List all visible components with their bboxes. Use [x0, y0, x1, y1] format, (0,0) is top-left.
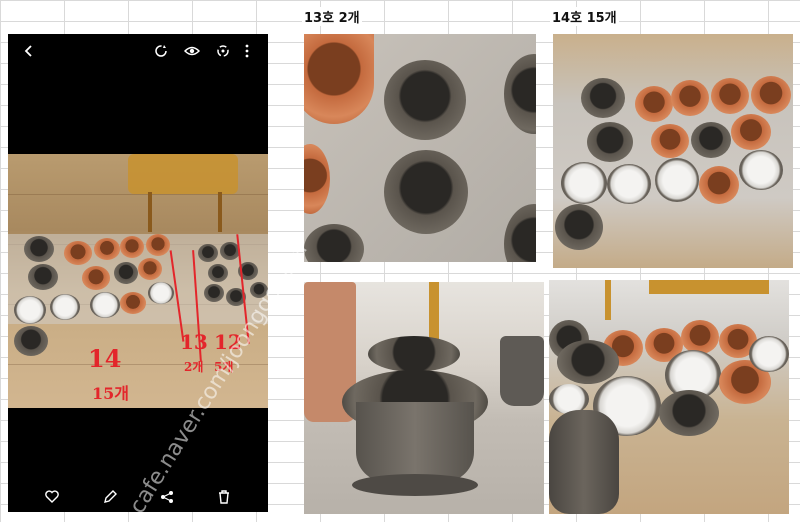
pot	[751, 76, 791, 114]
pot	[208, 264, 228, 282]
pot-with-paper	[50, 294, 80, 320]
pot	[82, 266, 110, 290]
chair-seat	[128, 154, 238, 194]
pot	[635, 86, 673, 122]
pot	[681, 320, 719, 354]
sync-icon[interactable]	[216, 44, 230, 58]
eye-icon[interactable]	[184, 44, 200, 58]
photo-14ho-bottom	[549, 280, 789, 514]
annotation-2: 2개	[184, 360, 204, 374]
pot	[557, 340, 619, 384]
annotation-13: 13	[180, 330, 208, 354]
pot	[549, 410, 619, 514]
caption-14ho: 14호 15개	[550, 7, 619, 26]
photo-14ho-top	[553, 34, 793, 268]
pot	[114, 262, 138, 284]
heart-icon[interactable]	[45, 490, 59, 503]
pot-body	[356, 402, 474, 482]
pot	[731, 114, 771, 150]
chair-leg	[148, 192, 152, 232]
pot	[368, 336, 460, 372]
pot	[659, 390, 719, 436]
pot-with-paper	[739, 150, 783, 190]
pot	[120, 292, 146, 314]
pot	[304, 144, 330, 214]
pot	[28, 264, 58, 290]
pot	[699, 166, 739, 204]
pot	[384, 60, 466, 140]
pot-with-paper	[14, 296, 46, 324]
pot-saucer	[352, 474, 478, 496]
pot	[384, 150, 468, 234]
pot	[146, 234, 170, 256]
pot	[138, 258, 162, 280]
pot	[587, 122, 633, 162]
pot	[304, 34, 374, 124]
pot-with-paper	[561, 162, 607, 204]
chair-leg	[429, 282, 439, 342]
chair-leg	[218, 192, 222, 232]
pot	[671, 80, 709, 116]
caption-13ho: 13호 2개	[302, 7, 362, 26]
pot	[120, 236, 144, 258]
pot	[304, 224, 364, 262]
pot	[555, 204, 603, 250]
pot-with-paper	[148, 282, 174, 304]
pot	[14, 326, 48, 356]
edit-icon[interactable]	[103, 490, 117, 504]
chair-leg	[605, 280, 611, 320]
photo-13ho-bottom	[304, 282, 544, 514]
pot-with-paper	[749, 336, 789, 372]
pot	[500, 336, 544, 406]
pot	[94, 238, 120, 260]
pot-with-paper	[90, 292, 120, 318]
rotate-icon[interactable]	[154, 44, 168, 58]
pot	[24, 236, 54, 262]
pot	[504, 54, 536, 134]
phone-screenshot: 14 15개 13 12 2개 5개	[8, 34, 268, 512]
pot	[198, 244, 218, 262]
chair-seat	[649, 280, 769, 294]
pot-with-paper	[655, 158, 699, 202]
phone-top-bar	[8, 34, 268, 68]
pot	[651, 124, 689, 158]
back-icon[interactable]	[22, 44, 36, 58]
pot	[581, 78, 625, 118]
pot	[64, 241, 92, 265]
pot	[504, 204, 536, 262]
pot	[204, 284, 224, 302]
annotation-15: 15개	[92, 384, 129, 403]
trash-icon[interactable]	[218, 490, 230, 504]
pot	[691, 122, 731, 158]
pot-with-paper	[607, 164, 651, 204]
annotation-14: 14	[88, 344, 122, 373]
photo-13ho-top	[304, 34, 536, 262]
more-vertical-icon[interactable]	[244, 44, 250, 58]
pot	[711, 78, 749, 114]
